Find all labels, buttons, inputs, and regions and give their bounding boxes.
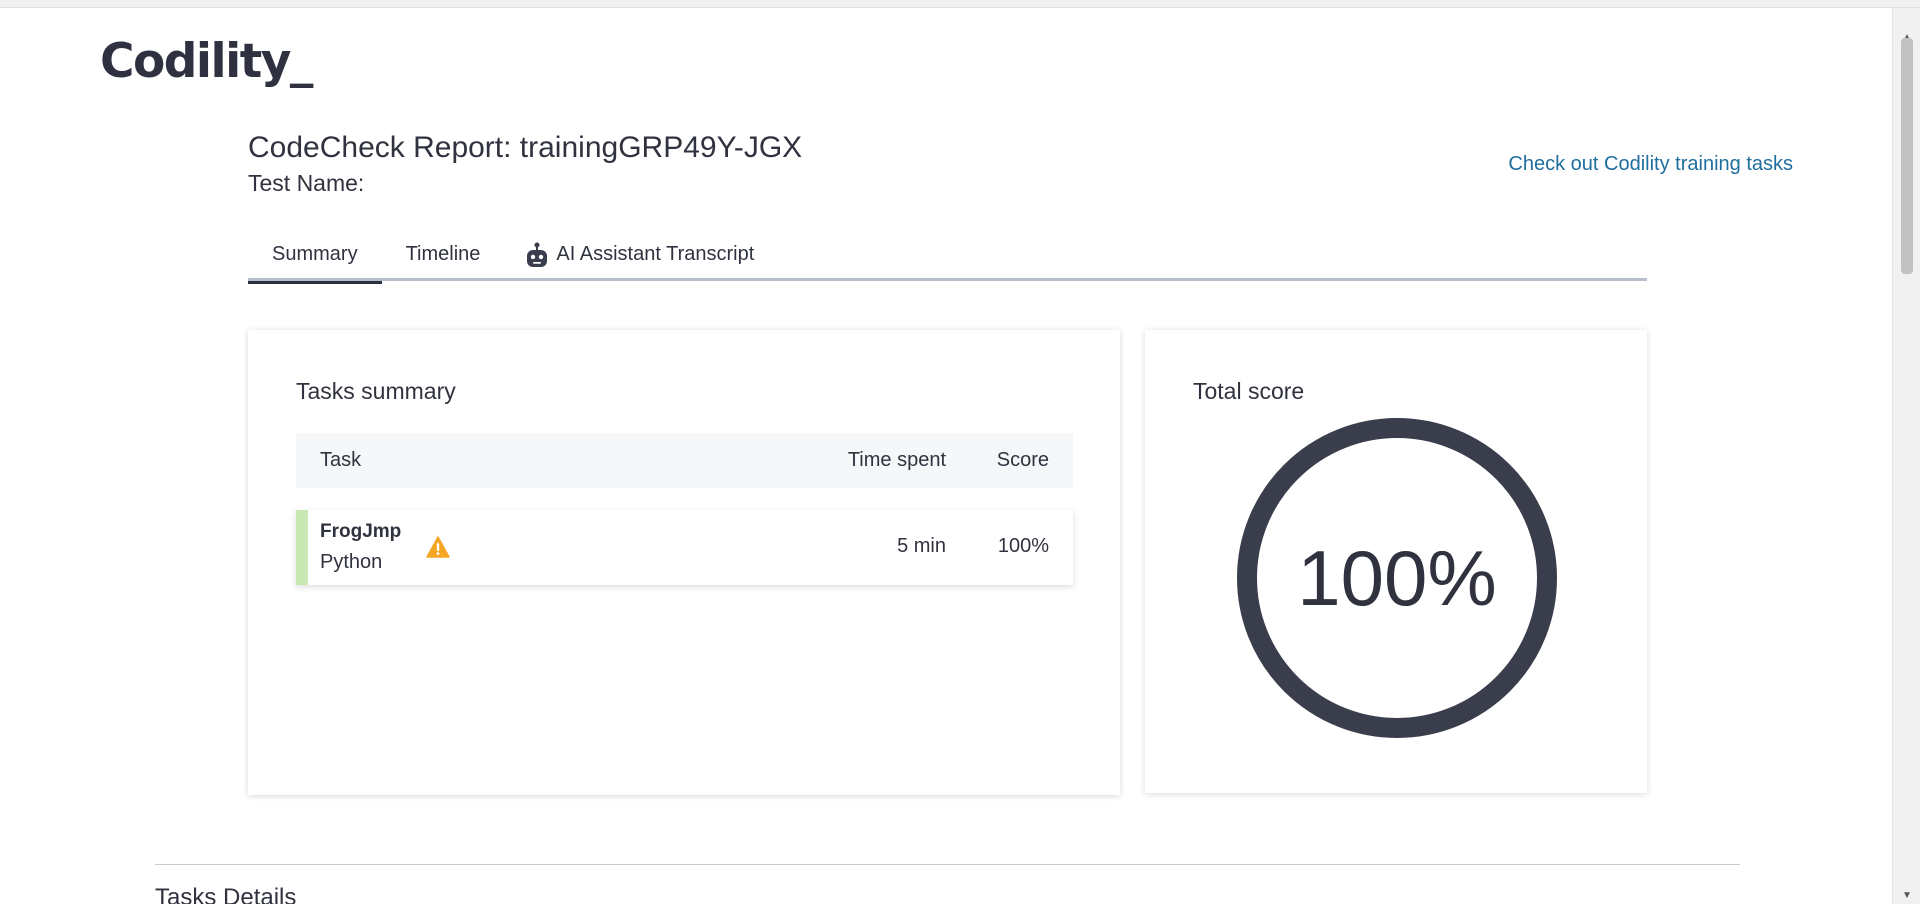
warning-icon[interactable]: [426, 536, 450, 558]
tasks-summary-card: Tasks summary Task Time spent Score Frog…: [248, 330, 1120, 795]
tasks-table-header: Task Time spent Score: [296, 433, 1073, 488]
training-tasks-link[interactable]: Check out Codility training tasks: [1508, 151, 1793, 177]
section-divider: [155, 864, 1740, 865]
total-score-card: Total score 100%: [1145, 330, 1647, 793]
task-name[interactable]: FrogJmp: [320, 521, 401, 543]
robot-icon: [527, 242, 548, 267]
test-name-label: Test Name:: [248, 170, 365, 196]
tab-summary[interactable]: Summary: [248, 228, 382, 284]
column-header-time-spent: Time spent: [847, 449, 946, 471]
scrollbar-thumb[interactable]: [1901, 38, 1913, 274]
tab-summary-label: Summary: [272, 243, 358, 265]
tasks-details-heading: Tasks Details: [155, 884, 297, 904]
tab-timeline[interactable]: Timeline: [382, 228, 505, 281]
codility-logo[interactable]: Codility_: [100, 38, 313, 85]
task-time-spent: 5 min: [897, 535, 946, 557]
report-tabs: Summary Timeline AI Assistant Transcript: [248, 228, 1647, 284]
column-header-score: Score: [996, 449, 1049, 471]
tab-timeline-label: Timeline: [405, 243, 481, 265]
tasks-summary-title: Tasks summary: [296, 378, 456, 404]
page-title: CodeCheck Report: trainingGRP49Y-JGX: [248, 131, 803, 164]
total-score-value: 100%: [1297, 533, 1497, 622]
browser-top-strip: [0, 0, 1920, 8]
table-row[interactable]: FrogJmp Python 5 min 100%: [296, 510, 1073, 585]
tab-ai-assistant-transcript[interactable]: AI Assistant Transcript: [514, 228, 754, 281]
task-score: 100%: [997, 535, 1049, 557]
tab-ai-label: AI Assistant Transcript: [556, 243, 755, 265]
task-language: Python: [320, 551, 383, 573]
page-scrollbar[interactable]: ▲ ▼: [1892, 8, 1920, 904]
total-score-title: Total score: [1193, 378, 1305, 404]
scroll-down-arrow-icon[interactable]: ▼: [1893, 886, 1920, 904]
column-header-task: Task: [320, 449, 362, 471]
